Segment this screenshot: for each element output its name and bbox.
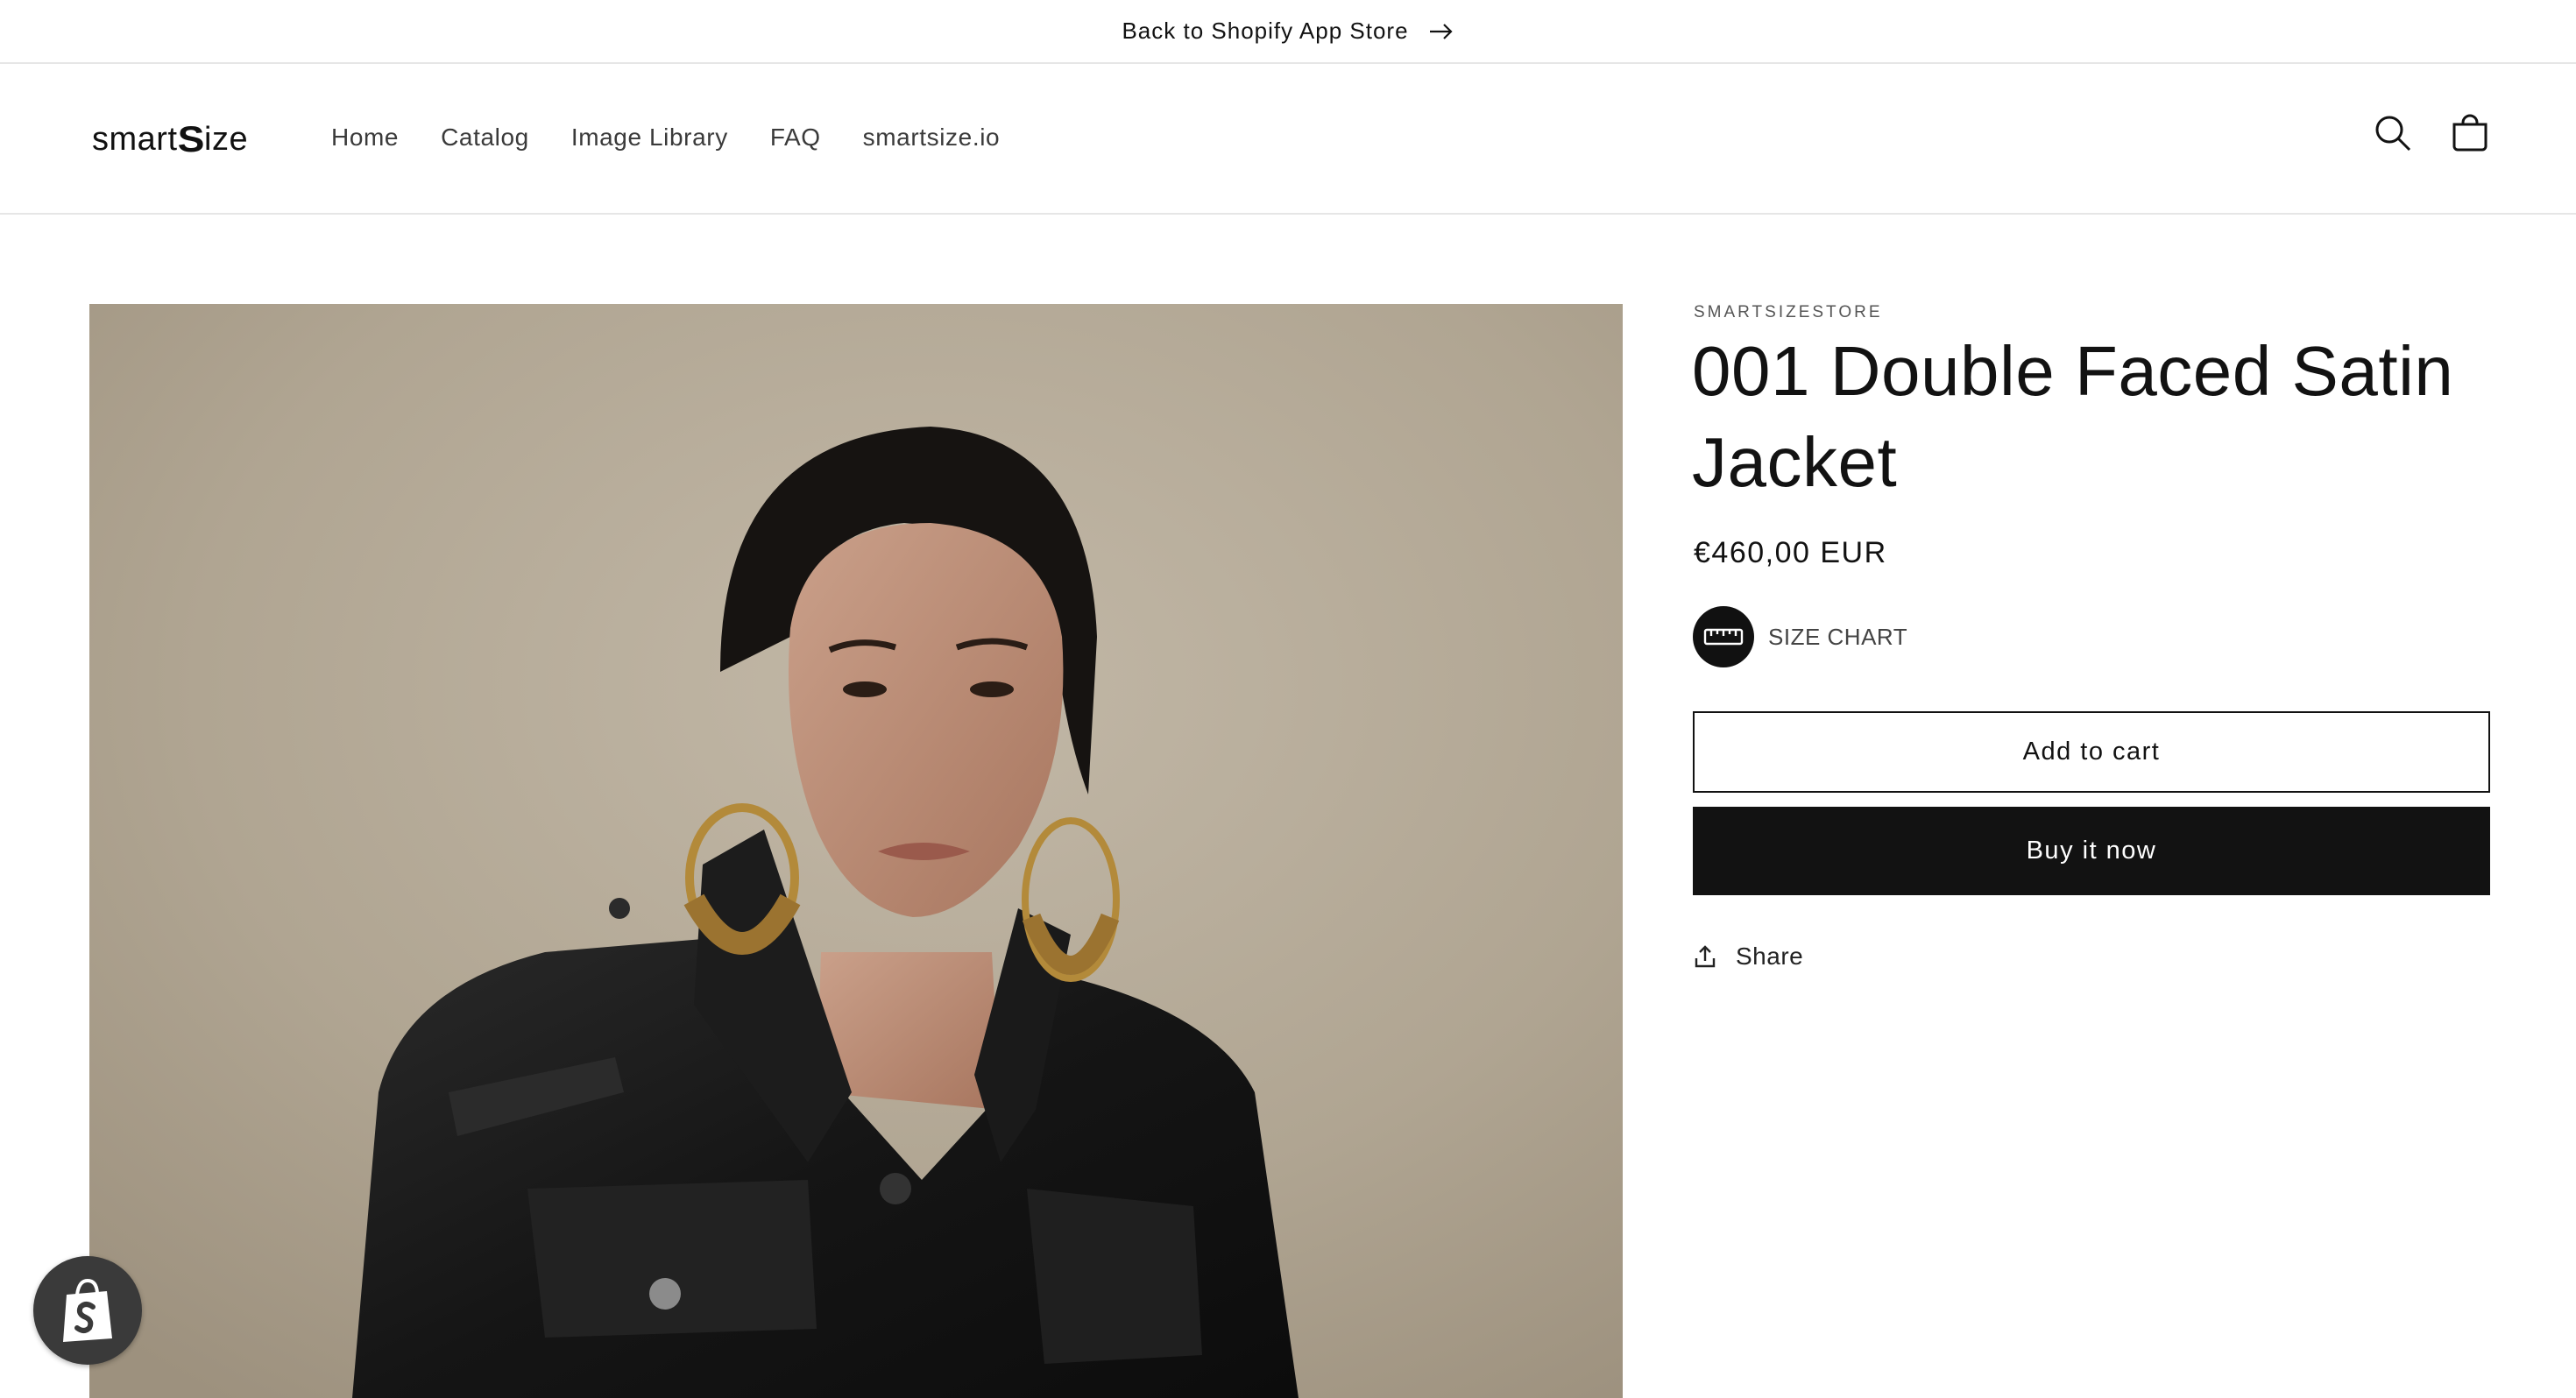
shopify-badge[interactable] bbox=[33, 1256, 142, 1365]
product-price: €460,00 EUR bbox=[1694, 536, 1887, 569]
product-title: 001 Double Faced Satin Jacket bbox=[1692, 332, 2454, 501]
site-logo[interactable]: smart Size bbox=[92, 118, 248, 160]
back-to-app-store-link[interactable]: Back to Shopify App Store bbox=[1122, 18, 1454, 45]
announcement-bar: Back to Shopify App Store bbox=[0, 0, 2576, 64]
ruler-icon bbox=[1703, 628, 1744, 646]
search-icon bbox=[2375, 116, 2411, 152]
arrow-right-icon bbox=[1429, 23, 1453, 39]
size-chart-label: SIZE CHART bbox=[1768, 623, 1908, 650]
product-photo bbox=[89, 304, 1623, 1398]
logo-mark: S bbox=[177, 118, 205, 159]
product-vendor: SMARTSIZESTORE bbox=[1694, 303, 1883, 321]
share-button[interactable]: Share bbox=[1694, 943, 1803, 971]
nav-image-library[interactable]: Image Library bbox=[571, 124, 728, 152]
nav-faq[interactable]: FAQ bbox=[770, 124, 821, 152]
site-header: smart Size Home Catalog Image Library FAQ… bbox=[0, 64, 2576, 215]
share-icon bbox=[1695, 945, 1716, 968]
cart-icon bbox=[2452, 114, 2488, 152]
nav-catalog[interactable]: Catalog bbox=[441, 124, 529, 152]
product-image[interactable] bbox=[89, 304, 1623, 1398]
shopify-bag-icon bbox=[63, 1278, 112, 1342]
announcement-text: Back to Shopify App Store bbox=[1122, 18, 1409, 44]
cart-button[interactable] bbox=[2450, 113, 2490, 153]
nav-home[interactable]: Home bbox=[331, 124, 399, 152]
buy-it-now-button[interactable]: Buy it now bbox=[1693, 807, 2490, 895]
logo-prefix: smart bbox=[92, 120, 178, 158]
add-to-cart-button[interactable]: Add to cart bbox=[1693, 711, 2490, 793]
size-chart-icon-circle bbox=[1693, 606, 1754, 667]
nav-smartsize-io[interactable]: smartsize.io bbox=[863, 124, 1001, 152]
main-nav: Home Catalog Image Library FAQ smartsize… bbox=[331, 124, 1042, 152]
logo-suffix: ize bbox=[204, 120, 249, 158]
share-label: Share bbox=[1736, 943, 1804, 970]
size-chart-button[interactable]: SIZE CHART bbox=[1693, 606, 1907, 667]
search-button[interactable] bbox=[2373, 113, 2413, 153]
